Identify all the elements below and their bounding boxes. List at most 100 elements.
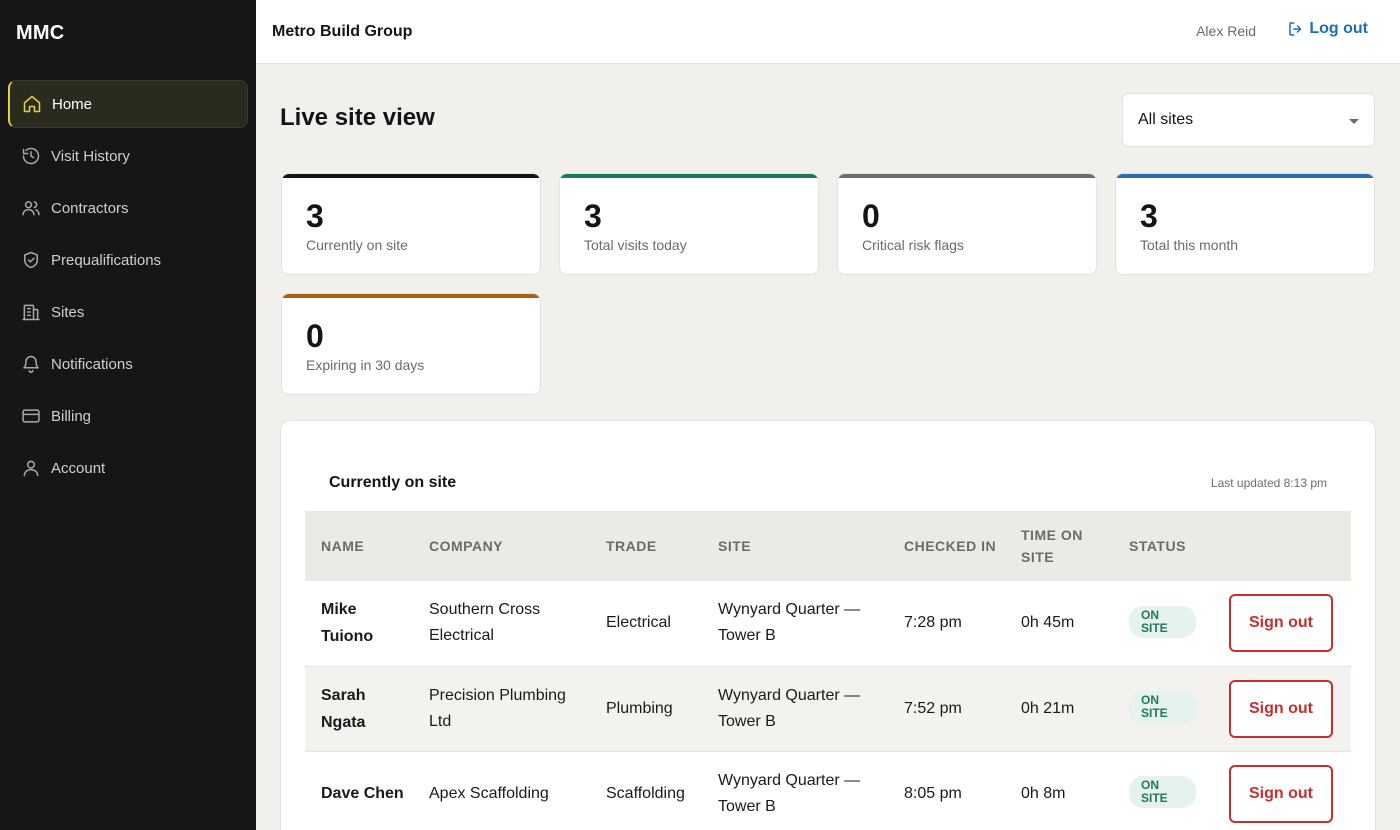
stat-value: 3	[1140, 198, 1158, 234]
sidebar-item-label: Prequalifications	[51, 251, 162, 269]
cell-actions: Sign out	[1213, 581, 1351, 666]
sidebar-item-home[interactable]: Home	[8, 80, 248, 128]
sign-out-button[interactable]: Sign out	[1229, 764, 1333, 823]
cell-company: Apex Scaffolding	[429, 784, 549, 802]
building-icon	[21, 302, 41, 322]
sidebar-item-label: Notifications	[51, 355, 133, 373]
site-filter-value: All sites	[1138, 111, 1194, 128]
cell-name: Mike Tuiono	[321, 601, 374, 646]
sidebar-item-label: Sites	[51, 303, 85, 321]
cell-time-on-site: 0h 21m	[1021, 699, 1075, 717]
sidebar-item-label: Billing	[51, 407, 92, 425]
bell-icon	[21, 354, 41, 374]
sidebar: MMC Home Visit History Contractors Prequ…	[0, 0, 256, 830]
status-badge: ON SITE	[1129, 605, 1196, 638]
column-header-site: SITE	[718, 538, 752, 554]
brand-logo: MMC	[16, 22, 65, 44]
sidebar-item-label: Contractors	[51, 199, 129, 217]
cell-name: Dave Chen	[321, 785, 404, 802]
cell-time-on-site: 0h 45m	[1021, 614, 1075, 632]
column-header-trade: TRADE	[606, 538, 657, 554]
table-row: Dave Chen Apex Scaffolding Scaffolding W…	[305, 751, 1351, 830]
credit-card-icon	[21, 406, 41, 426]
stat-card-critical-risk-flags: 0 Critical risk flags	[837, 173, 1097, 275]
user-icon	[21, 458, 41, 478]
stat-label: Total visits today	[584, 237, 687, 253]
cell-name: Sarah Ngata	[321, 686, 366, 731]
column-header-checked-in: CHECKED IN	[904, 538, 997, 554]
table-row: Sarah Ngata Precision Plumbing Ltd Plumb…	[305, 666, 1351, 751]
sidebar-item-prequalifications[interactable]: Prequalifications	[8, 236, 248, 284]
cell-trade: Plumbing	[606, 699, 673, 717]
stat-card-expiring-in-30-days: 0 Expiring in 30 days	[281, 293, 541, 395]
users-icon	[21, 198, 41, 218]
sidebar-item-sites[interactable]: Sites	[8, 288, 248, 336]
cell-site: Wynyard Quarter — Tower B	[718, 601, 861, 645]
cell-time-on-site: 0h 8m	[1021, 784, 1066, 802]
cell-company: Precision Plumbing Ltd	[429, 686, 566, 730]
sidebar-nav: Home Visit History Contractors Prequalif…	[8, 80, 248, 496]
stat-accent-bar	[838, 174, 1096, 178]
stat-label: Expiring in 30 days	[306, 357, 425, 373]
stat-value: 3	[306, 198, 324, 234]
page-title: Live site view	[280, 104, 435, 131]
stat-label: Total this month	[1140, 237, 1239, 253]
stat-card-total-visits-today: 3 Total visits today	[559, 173, 819, 275]
cell-site: Wynyard Quarter — Tower B	[718, 686, 861, 730]
column-header-status: STATUS	[1129, 538, 1186, 554]
cell-checked-in: 7:28 pm	[904, 614, 962, 632]
column-header-company: COMPANY	[429, 538, 504, 554]
logout-button[interactable]: Log out	[1287, 20, 1368, 38]
sign-out-button[interactable]: Sign out	[1229, 594, 1333, 653]
sidebar-item-label: Visit History	[51, 147, 130, 165]
cell-status: ON SITE	[1113, 751, 1213, 830]
stat-label: Critical risk flags	[862, 237, 964, 253]
last-updated-text: Last updated 8:13 pm	[1210, 476, 1327, 490]
stat-accent-bar	[282, 174, 540, 178]
logout-label: Log out	[1309, 20, 1368, 37]
top-bar: Metro Build Group Alex Reid Log out	[256, 0, 1400, 64]
stat-label: Currently on site	[306, 237, 408, 253]
sidebar-item-billing[interactable]: Billing	[8, 392, 248, 440]
cell-company: Southern Cross Electrical	[429, 601, 541, 645]
cell-status: ON SITE	[1113, 666, 1213, 751]
sidebar-item-contractors[interactable]: Contractors	[8, 184, 248, 232]
column-header-name: NAME	[321, 538, 365, 554]
sidebar-item-account[interactable]: Account	[8, 444, 248, 492]
cell-checked-in: 8:05 pm	[904, 784, 962, 802]
shield-check-icon	[21, 250, 41, 270]
sign-out-button[interactable]: Sign out	[1229, 679, 1333, 738]
logout-icon	[1289, 22, 1302, 36]
organization-name: Metro Build Group	[272, 23, 413, 40]
sidebar-item-label: Account	[51, 459, 106, 477]
home-icon	[22, 94, 42, 114]
status-badge: ON SITE	[1129, 691, 1196, 723]
column-header-time-on-site: TIME ON SITE	[1021, 527, 1083, 565]
sidebar-item-label: Home	[52, 95, 93, 113]
currently-on-site-panel: Currently on site Last updated 8:13 pm N…	[280, 420, 1376, 830]
stat-value: 3	[584, 198, 602, 234]
stat-accent-bar	[282, 294, 540, 298]
cell-status: ON SITE	[1113, 581, 1213, 666]
on-site-table: NAME COMPANY TRADE SITE CHECKED IN TIME …	[305, 511, 1351, 830]
cell-actions: Sign out	[1213, 666, 1351, 751]
cell-trade: Scaffolding	[606, 784, 685, 802]
table-header-row: NAME COMPANY TRADE SITE CHECKED IN TIME …	[305, 511, 1351, 581]
sidebar-item-notifications[interactable]: Notifications	[8, 340, 248, 388]
stat-accent-bar	[1116, 174, 1374, 178]
cell-site: Wynyard Quarter — Tower B	[718, 771, 861, 815]
stat-value: 0	[306, 318, 324, 354]
stat-card-currently-on-site: 3 Currently on site	[281, 173, 541, 275]
panel-title: Currently on site	[329, 474, 457, 491]
chevron-down-icon	[1349, 119, 1359, 124]
sidebar-item-visit-history[interactable]: Visit History	[8, 132, 248, 180]
history-icon	[21, 146, 41, 166]
stat-accent-bar	[560, 174, 818, 178]
column-header-actions	[1213, 511, 1351, 581]
site-filter-select[interactable]: All sites	[1122, 93, 1375, 147]
stat-value: 0	[862, 198, 880, 234]
stat-card-total-this-month: 3 Total this month	[1115, 173, 1375, 275]
cell-actions: Sign out	[1213, 751, 1351, 830]
table-row: Mike Tuiono Southern Cross Electrical El…	[305, 581, 1351, 666]
status-badge: ON SITE	[1129, 776, 1196, 808]
